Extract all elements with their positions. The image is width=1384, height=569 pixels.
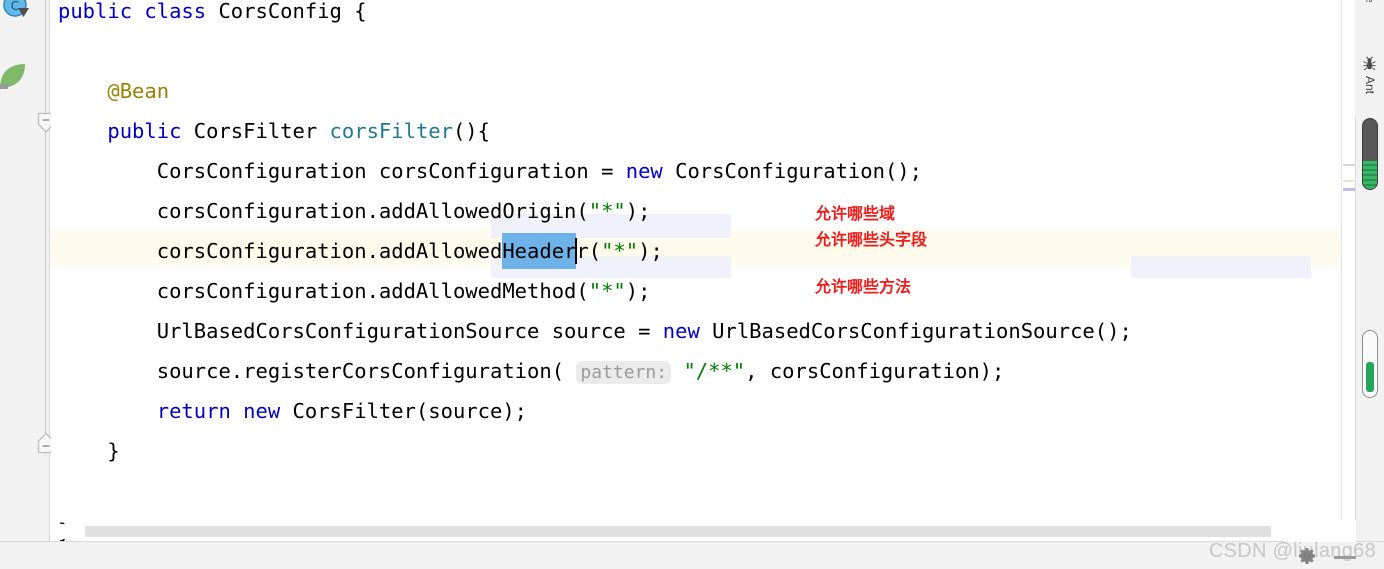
toolwindow-label-ant[interactable]: Ant: [1363, 76, 1377, 94]
code-token: (){: [452, 119, 490, 143]
stripe-mark-change[interactable]: [1343, 180, 1355, 182]
line-return-cors-filter[interactable]: return new CorsFilter(source);: [51, 391, 1132, 431]
line-class-decl[interactable]: public class CorsConfig {: [51, 0, 1132, 31]
gear-icon: [1297, 546, 1317, 566]
csdn-watermark-text: CSDN @liulang68: [1208, 540, 1376, 562]
right-tool-window-strip[interactable]: e Ant: [1355, 0, 1384, 118]
ant-bug-icon[interactable]: [1362, 56, 1377, 76]
code-token: "*": [601, 239, 639, 263]
code-token: , corsConfiguration);: [745, 359, 1005, 383]
code-token: new: [243, 399, 281, 423]
svg-text:C: C: [11, 0, 19, 13]
code-token: corsConfiguration.addAllowed: [156, 239, 503, 263]
text-caret: [575, 238, 578, 264]
note-allowed-origins: 允许哪些域: [815, 204, 896, 223]
toolwindow-label-cutoff[interactable]: e: [1363, 0, 1377, 3]
bottom-status-bar: [0, 541, 1384, 569]
code-token: CorsFilter: [181, 119, 330, 143]
line-new-cors-configuration[interactable]: CorsConfiguration corsConfiguration = ne…: [51, 151, 1132, 191]
note-allowed-methods: 允许哪些方法: [815, 277, 912, 296]
code-token: "/**": [683, 359, 746, 383]
code-token: corsConfiguration.addAllowedMethod(: [156, 279, 589, 303]
line-blank-1[interactable]: [51, 31, 1132, 71]
code-token: CorsConfig {: [206, 0, 367, 23]
line-bean-annotation[interactable]: @Bean: [51, 71, 1132, 111]
line-blank-2[interactable]: [51, 471, 1132, 511]
stripe-mark-change[interactable]: [1343, 164, 1355, 166]
editor-horizontal-scrollbar-thumb[interactable]: [85, 526, 1271, 537]
source-code-text[interactable]: public class CorsConfig { @Bean public C…: [51, 0, 1132, 541]
line-new-url-based-source[interactable]: UrlBasedCorsConfigurationSource source =…: [51, 311, 1132, 351]
code-token: new: [625, 159, 663, 183]
code-token: CorsConfiguration();: [662, 159, 922, 183]
spring-bean-icon[interactable]: [0, 62, 28, 92]
code-token: CorsConfiguration corsConfiguration =: [156, 159, 626, 183]
code-token: class: [144, 0, 207, 23]
code-token: return: [156, 399, 231, 423]
code-token: );: [625, 199, 651, 223]
ide-editor-window: C public class CorsConfig {@Bean public…: [0, 0, 1384, 569]
code-token: "*": [588, 279, 626, 303]
secondary-vertical-scrollbar-thumb[interactable]: [1362, 330, 1378, 398]
code-token: @Bean: [107, 79, 170, 103]
code-token: public: [58, 0, 133, 23]
line-method-close-brace[interactable]: }: [51, 431, 1132, 471]
scrollbar-corner-filler: [1284, 520, 1356, 542]
code-token: public: [107, 119, 182, 143]
editor-vertical-scrollbar-thumb[interactable]: [1362, 118, 1378, 190]
watermark-underline-mark: [1334, 556, 1356, 559]
editor-gutter[interactable]: C: [0, 0, 55, 541]
code-token: new: [662, 319, 700, 343]
identifier-usage-highlight: [1131, 256, 1311, 278]
line-add-allowed-method[interactable]: corsConfiguration.addAllowedMethod("*");: [51, 271, 1132, 311]
note-allowed-headers: 允许哪些头字段: [815, 230, 928, 249]
code-token: UrlBasedCorsConfigurationSource();: [699, 319, 1132, 343]
line-add-allowed-header[interactable]: corsConfiguration.addAllowedHeaderr("*")…: [51, 231, 1132, 271]
line-method-signature[interactable]: public CorsFilter corsFilter(){: [51, 111, 1132, 151]
error-stripe-panel[interactable]: [1341, 0, 1355, 541]
line-add-allowed-origin[interactable]: corsConfiguration.addAllowedOrigin("*");: [51, 191, 1132, 231]
code-token: CorsFilter(source);: [280, 399, 528, 423]
class-marker-icon[interactable]: C: [2, 0, 30, 20]
code-fold-guide-line: [45, 0, 46, 455]
stripe-mark-occurrence[interactable]: [1343, 188, 1355, 191]
line-register-cors-configuration[interactable]: source.registerCorsConfiguration( patter…: [51, 351, 1132, 391]
code-token: }: [107, 439, 120, 463]
code-token: "*": [588, 199, 626, 223]
code-token: r(: [576, 239, 602, 263]
selected-text: Header: [502, 239, 577, 263]
parameter-inlay-hint: pattern:: [576, 361, 672, 384]
code-token: corsConfiguration.addAllowedOrigin(: [156, 199, 589, 223]
code-token: source.registerCorsConfiguration(: [156, 359, 577, 383]
code-token: );: [638, 239, 663, 263]
code-token: UrlBasedCorsConfigurationSource source =: [156, 319, 663, 343]
code-token: );: [625, 279, 651, 303]
code-editor-area[interactable]: public class CorsConfig { @Bean public C…: [51, 0, 1341, 541]
code-token: corsFilter: [329, 119, 453, 143]
